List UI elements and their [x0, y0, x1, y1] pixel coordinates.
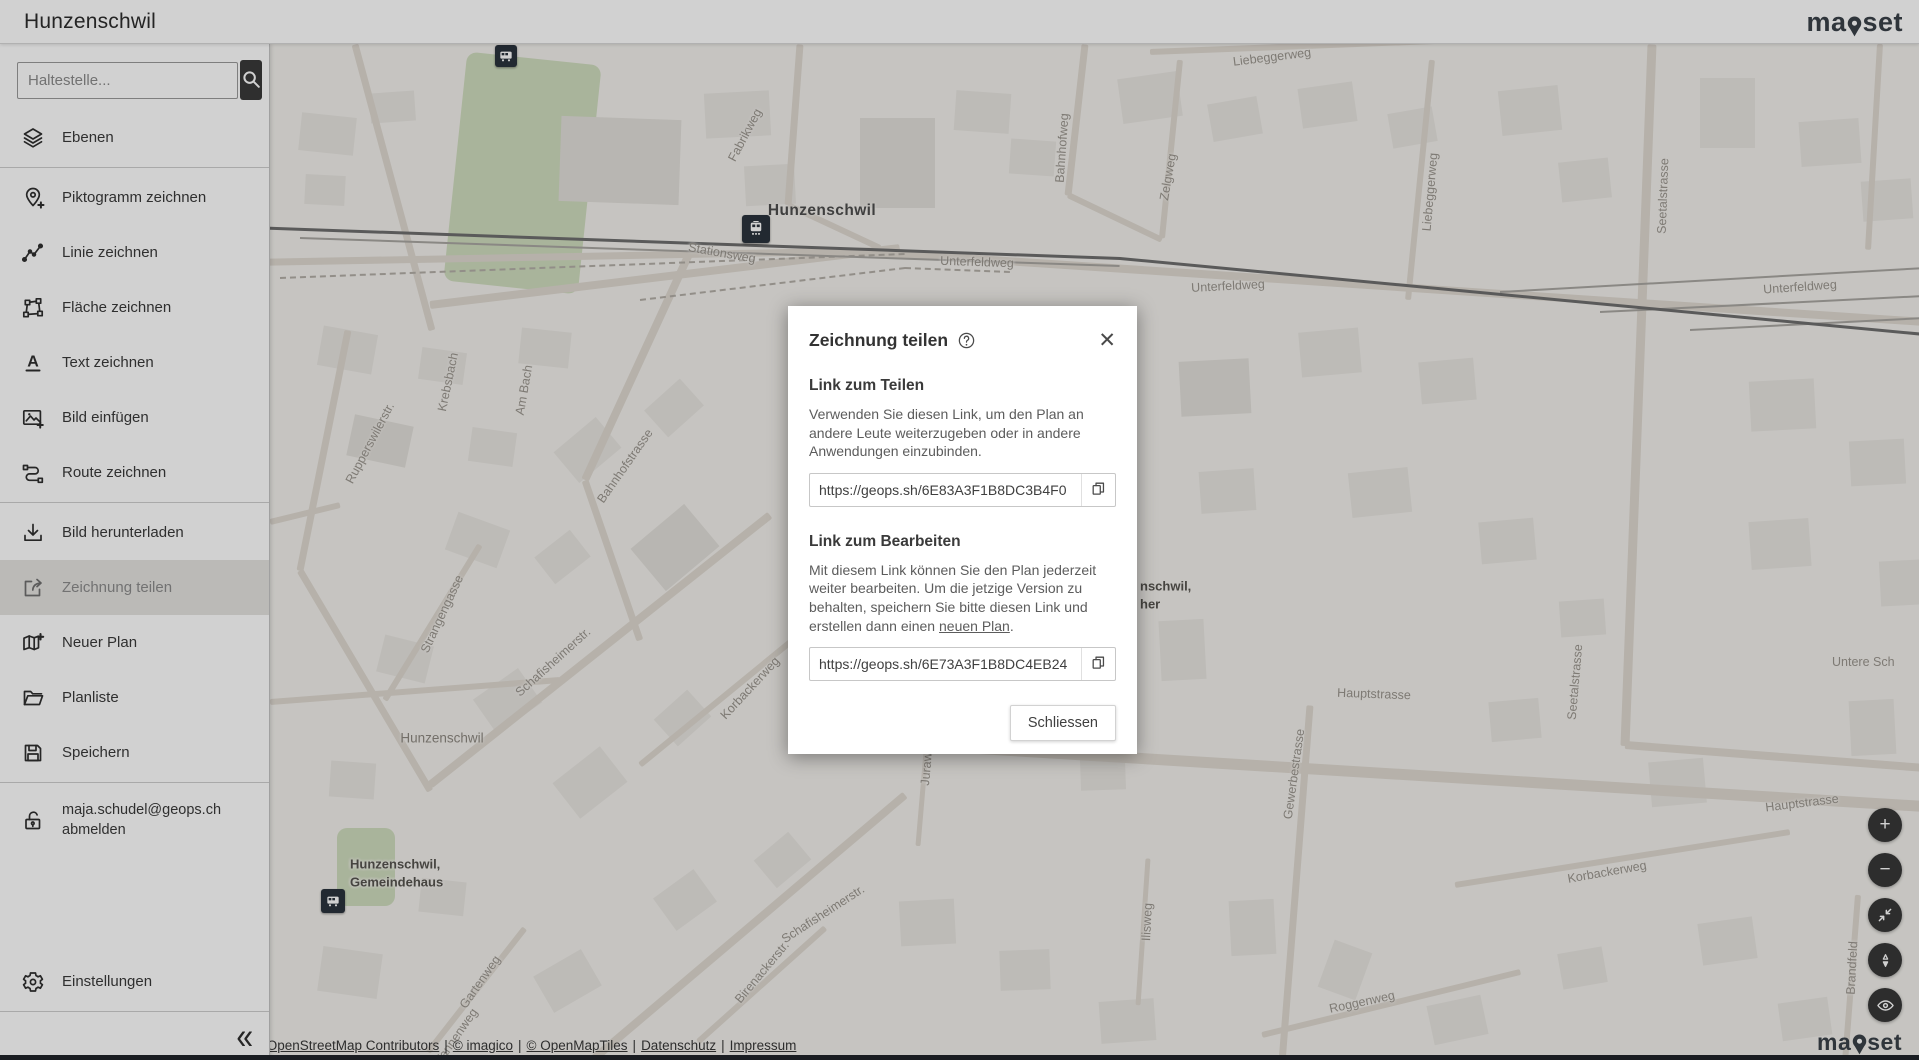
app-window: FabrikwegBahnhofwegZelgwegLiebeggerwegLi…	[0, 0, 1919, 1060]
copy-icon	[1090, 480, 1107, 500]
new-plan-link[interactable]: neuen Plan	[939, 618, 1010, 634]
dialog-title: Zeichnung teilen	[809, 330, 948, 351]
help-icon[interactable]	[957, 331, 976, 350]
share-link-heading: Link zum Teilen	[809, 377, 1116, 395]
share-link-input[interactable]	[810, 482, 1081, 498]
copy-edit-link-button[interactable]	[1081, 648, 1115, 680]
share-link-description: Verwenden Sie diesen Link, um den Plan a…	[809, 405, 1116, 461]
dialog-header: Zeichnung teilen ✕	[809, 330, 1116, 351]
close-icon[interactable]: ✕	[1098, 330, 1116, 351]
copy-share-link-button[interactable]	[1081, 474, 1115, 506]
edit-link-heading: Link zum Bearbeiten	[809, 533, 1116, 551]
copy-icon	[1090, 654, 1107, 674]
edit-link-text-end: .	[1010, 618, 1014, 634]
edit-link-row	[809, 647, 1116, 681]
edit-link-description: Mit diesem Link können Sie den Plan jede…	[809, 561, 1116, 635]
dialog-footer: Schliessen	[809, 705, 1116, 741]
edit-link-input[interactable]	[810, 656, 1081, 672]
share-link-row	[809, 473, 1116, 507]
share-dialog: Zeichnung teilen ✕ Link zum Teilen Verwe…	[788, 306, 1137, 754]
close-dialog-button[interactable]: Schliessen	[1010, 705, 1116, 741]
